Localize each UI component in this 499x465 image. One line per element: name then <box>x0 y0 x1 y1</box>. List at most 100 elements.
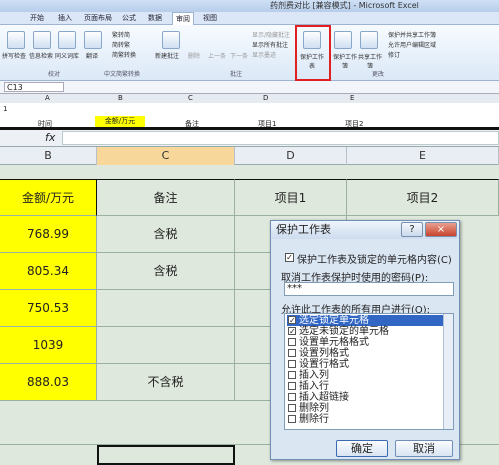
allow-edit-ranges-button[interactable]: 允许用户编辑区域 <box>388 40 436 49</box>
tab-review[interactable]: 审阅 <box>172 12 194 25</box>
permissions-list[interactable]: ✓ 选定锁定单元格 ✓ 选定未锁定的单元格 设置单元格格式 设置列格式 设置行格式 … <box>284 313 454 430</box>
thesaurus-icon[interactable] <box>58 31 76 49</box>
checkbox[interactable] <box>288 360 296 368</box>
cell-b-row5[interactable]: 888.03 <box>0 364 97 401</box>
cell-b-row1[interactable]: 768.99 <box>0 216 97 253</box>
new-comment-icon[interactable] <box>162 31 180 49</box>
col-header-e[interactable]: E <box>347 147 499 165</box>
selected-cell-c13[interactable] <box>97 445 235 465</box>
header-item1[interactable]: 项目1 <box>235 179 347 216</box>
mini-col-b: B <box>118 94 123 102</box>
list-item[interactable]: 插入列 <box>287 370 443 381</box>
research-label[interactable]: 信息检索 <box>29 51 53 60</box>
checkbox[interactable]: ✓ <box>288 327 296 336</box>
show-all-comments[interactable]: 显示所有批注 <box>252 40 288 49</box>
cancel-button[interactable]: 取消 <box>395 440 453 457</box>
prev-comment-button[interactable]: 上一条 <box>208 51 226 60</box>
cell-b-row4[interactable]: 1039 <box>0 327 97 364</box>
list-item[interactable]: 设置列格式 <box>287 348 443 359</box>
cell-c-row4[interactable] <box>97 327 235 364</box>
mini-row-1: 1 <box>3 105 8 113</box>
ribbon: 拼写检查 信息检索 同义词库 翻译 校对 繁转简 简转繁 简繁转换 中文简繁转换… <box>0 25 499 81</box>
simp-to-trad-button[interactable]: 简转繁 <box>112 40 130 49</box>
share-workbook-label[interactable]: 共享工作簿 <box>358 52 382 68</box>
tab-formulas[interactable]: 公式 <box>122 12 136 25</box>
cell-c-row2[interactable]: 含税 <box>97 253 235 290</box>
trad-to-simp-button[interactable]: 繁转简 <box>112 30 130 39</box>
translate-label[interactable]: 翻译 <box>86 51 98 60</box>
checkbox[interactable] <box>288 338 296 346</box>
ok-button[interactable]: 确定 <box>336 440 388 457</box>
list-item-label: 插入列 <box>299 370 329 381</box>
track-changes-button[interactable]: 修订 <box>388 50 400 59</box>
list-item[interactable]: 删除列 <box>287 403 443 414</box>
col-header-d[interactable]: D <box>235 147 347 165</box>
protect-checkbox[interactable]: ✓ <box>285 253 294 262</box>
checkbox[interactable] <box>288 371 296 379</box>
cell-b-row2[interactable]: 805.34 <box>0 253 97 290</box>
list-scrollbar[interactable] <box>443 314 453 429</box>
new-comment-label[interactable]: 新建批注 <box>155 51 179 60</box>
list-item[interactable]: 删除行 <box>287 414 443 425</box>
col-header-b[interactable]: B <box>0 147 97 165</box>
window-title: 药剂费对比 [兼容模式] - Microsoft Excel <box>270 1 419 10</box>
spell-check-icon[interactable] <box>7 31 25 49</box>
spell-check-label[interactable]: 拼写检查 <box>2 51 26 60</box>
convert-button[interactable]: 简繁转换 <box>112 50 136 59</box>
group-chinese-label: 中文简繁转换 <box>104 71 141 78</box>
protect-checkbox-label: 保护工作表及锁定的单元格内容(C) <box>297 255 452 266</box>
col-header-c[interactable]: C <box>97 147 235 165</box>
name-box[interactable]: C13 <box>4 82 64 92</box>
checkbox[interactable] <box>288 382 296 390</box>
list-item[interactable]: ✓ 选定锁定单元格 <box>287 315 443 326</box>
cell-b-row3[interactable]: 750.53 <box>0 290 97 327</box>
mini-col-a: A <box>45 94 50 102</box>
translate-icon[interactable] <box>84 31 102 49</box>
header-amount[interactable]: 金额/万元 <box>0 179 97 216</box>
tab-page-layout[interactable]: 页面布局 <box>84 12 112 25</box>
cell-c-row5[interactable]: 不含税 <box>97 364 235 401</box>
password-input[interactable]: *** <box>284 282 454 296</box>
tab-data[interactable]: 数据 <box>148 12 162 25</box>
show-hide-comment[interactable]: 显示/隐藏批注 <box>252 30 290 39</box>
mini-cell-amount: 金额/万元 <box>95 116 145 127</box>
password-value: *** <box>287 283 302 294</box>
close-button[interactable]: × <box>425 222 457 237</box>
tab-view[interactable]: 视图 <box>203 12 217 25</box>
next-comment-button[interactable]: 下一条 <box>230 51 248 60</box>
list-item-label: 设置列格式 <box>299 348 349 359</box>
header-note[interactable]: 备注 <box>97 179 235 216</box>
list-item[interactable]: 设置单元格格式 <box>287 337 443 348</box>
checkbox[interactable] <box>288 404 296 412</box>
checkbox[interactable] <box>288 415 296 423</box>
research-icon[interactable] <box>33 31 51 49</box>
list-item[interactable]: 插入行 <box>287 381 443 392</box>
delete-comment-button[interactable]: 删除 <box>188 51 200 60</box>
protect-sheet-dialog: 保护工作表 ? × ✓ 保护工作表及锁定的单元格内容(C) 取消工作表保护时使用… <box>270 220 460 460</box>
protect-workbook-label[interactable]: 保护工作簿 <box>332 52 358 68</box>
header-item2[interactable]: 项目2 <box>347 179 499 216</box>
tab-insert[interactable]: 插入 <box>58 12 72 25</box>
thesaurus-label[interactable]: 同义词库 <box>55 51 79 60</box>
protect-workbook-icon[interactable] <box>334 31 352 49</box>
list-item-label: 插入行 <box>299 381 329 392</box>
help-button[interactable]: ? <box>401 222 423 237</box>
show-ink[interactable]: 显示墨迹 <box>252 50 276 59</box>
cell-c-row3[interactable] <box>97 290 235 327</box>
checkbox[interactable] <box>288 349 296 357</box>
list-item-label: 设置单元格格式 <box>299 337 369 348</box>
mini-col-e: E <box>350 94 355 102</box>
list-item[interactable]: ✓ 选定未锁定的单元格 <box>287 326 443 337</box>
tab-home[interactable]: 开始 <box>30 12 44 25</box>
fx-icon[interactable]: fx <box>45 131 55 144</box>
protect-share-button[interactable]: 保护并共享工作簿 <box>388 30 436 39</box>
cell-c-row1[interactable]: 含税 <box>97 216 235 253</box>
checkbox[interactable]: ✓ <box>288 316 296 325</box>
checkbox[interactable] <box>288 393 296 401</box>
share-workbook-icon[interactable] <box>360 31 378 49</box>
list-item-label: 设置行格式 <box>299 359 349 370</box>
list-item[interactable]: 插入超链接 <box>287 392 443 403</box>
list-item[interactable]: 设置行格式 <box>287 359 443 370</box>
formula-input[interactable] <box>62 131 499 145</box>
column-headers: B C D E <box>0 147 499 165</box>
